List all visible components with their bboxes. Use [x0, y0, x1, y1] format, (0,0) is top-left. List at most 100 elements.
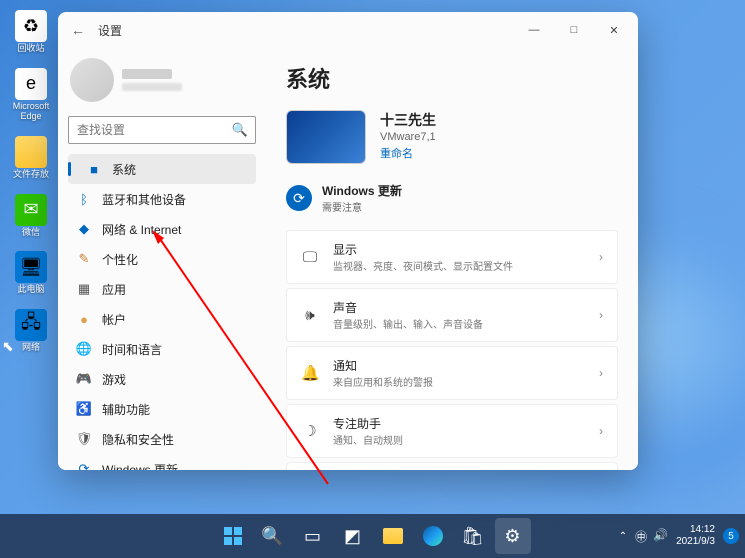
desktop-icon-label: Microsoft Edge [8, 102, 54, 122]
sidebar-item-3[interactable]: ✎ 个性化 [68, 244, 256, 274]
search-input[interactable] [68, 116, 256, 144]
store-icon[interactable]: 🛍 [455, 518, 491, 554]
tray-chevron-icon[interactable]: ⌃ [619, 531, 627, 542]
notification-badge[interactable]: 5 [723, 528, 739, 544]
network-icon: 🖧 [15, 309, 47, 341]
sidebar-item-4[interactable]: ▦ 应用 [68, 274, 256, 304]
device-block: 十三先生 VMware7,1 重命名 [286, 110, 618, 164]
search-taskbar-icon[interactable]: 🔍 [255, 518, 291, 554]
explorer-icon[interactable] [375, 518, 411, 554]
sidebar-item-7[interactable]: 🎮 游戏 [68, 364, 256, 394]
settings-card-4[interactable]: ⏻电源睡眠、电池使用情况、节电模式› [286, 462, 618, 470]
titlebar: ← 设置 — □ ✕ [58, 12, 638, 48]
device-image [286, 110, 366, 164]
desktop-icon-folder[interactable]: 文件存放 [8, 136, 54, 180]
nav-icon: ✎ [76, 251, 92, 267]
desktop-icon-thispc[interactable]: 🖥 此电脑 [8, 251, 54, 295]
desktop-icon-edge[interactable]: eMicrosoft Edge [8, 68, 54, 122]
sidebar-item-9[interactable]: 🛡隐私和安全性 [68, 424, 256, 454]
settings-card-2[interactable]: 🔔通知来自应用和系统的警报› [286, 346, 618, 400]
sidebar-item-label: 网络 & Internet [102, 221, 181, 238]
nav-icon: ⟳ [76, 461, 92, 470]
card-sub: 来自应用和系统的警报 [333, 374, 585, 389]
maximize-button[interactable]: □ [554, 14, 594, 46]
folder-icon [15, 136, 47, 168]
page-title: 系统 [286, 62, 618, 94]
content-pane: 系统 十三先生 VMware7,1 重命名 ⟳ Windows 更新 需要注意 [266, 48, 638, 470]
desktop-icon-label: 此电脑 [17, 285, 44, 295]
nav-icon: ᛒ [76, 191, 92, 207]
card-icon: 🔔 [301, 364, 319, 382]
sidebar-item-6[interactable]: 🌐时间和语言 [68, 334, 256, 364]
sidebar-item-label: 系统 [112, 161, 136, 178]
sidebar-item-10[interactable]: ⟳ Windows 更新 [68, 454, 256, 470]
back-button[interactable]: ← [62, 14, 94, 46]
device-name: 十三先生 [380, 110, 436, 130]
sidebar-item-2[interactable]: ◆ 网络 & Internet [68, 214, 256, 244]
card-title: 显示 [333, 241, 585, 258]
sidebar-item-5[interactable]: ●帐户 [68, 304, 256, 334]
sidebar-item-8[interactable]: ♿ 辅助功能 [68, 394, 256, 424]
volume-icon[interactable]: 🔊 [653, 528, 668, 545]
sidebar-item-label: Windows 更新 [102, 461, 178, 471]
desktop-icon-label: 微信 [22, 228, 40, 238]
ime-icon[interactable]: ㊥ [635, 528, 647, 545]
sidebar-item-label: 时间和语言 [102, 341, 162, 358]
sidebar-item-label: 帐户 [102, 311, 126, 328]
settings-card-3[interactable]: ☽专注助手通知、自动规则› [286, 404, 618, 458]
settings-card-1[interactable]: 🕪声音音量级别、输出、输入、声音设备› [286, 288, 618, 342]
card-icon: 🖵 [301, 249, 319, 266]
device-model: VMware7,1 [380, 131, 436, 143]
card-icon: 🕪 [301, 307, 319, 324]
nav-icon: ■ [86, 161, 102, 177]
chevron-right-icon: › [599, 250, 603, 264]
avatar [70, 58, 114, 102]
sidebar-item-1[interactable]: ᛒ蓝牙和其他设备 [68, 184, 256, 214]
card-title: 声音 [333, 299, 585, 316]
nav-icon: ♿ [76, 401, 92, 417]
card-sub: 音量级别、输出、输入、声音设备 [333, 316, 585, 331]
rename-link[interactable]: 重命名 [380, 145, 436, 161]
sidebar: 🔍 ■ 系统 ᛒ蓝牙和其他设备 ◆ 网络 & Internet ✎ 个性化 ▦ 应用 ●帐户🌐时间… [58, 48, 266, 470]
settings-window: ← 设置 — □ ✕ 🔍 ■系统ᛒ蓝牙和其他设备◆网络 [58, 12, 638, 470]
search-icon: 🔍 [232, 122, 248, 138]
desktop-icon-network[interactable]: 🖧网络 [8, 309, 54, 353]
profile-name-redacted [122, 69, 172, 79]
card-icon: ☽ [301, 422, 319, 440]
start-button[interactable] [215, 518, 251, 554]
settings-card-0[interactable]: 🖵 显示监视器、亮度、夜间模式、显示配置文件 › [286, 230, 618, 284]
nav-icon: ▦ [76, 281, 92, 297]
edge-icon: e [15, 68, 47, 100]
sidebar-item-label: 个性化 [102, 251, 138, 268]
task-view-icon[interactable]: ▭ [295, 518, 331, 554]
profile-email-redacted [122, 83, 182, 91]
nav-icon: 🎮 [76, 371, 92, 387]
windows-update-banner[interactable]: ⟳ Windows 更新 需要注意 [286, 180, 618, 216]
system-tray[interactable]: ㊥ 🔊 [635, 528, 668, 545]
minimize-button[interactable]: — [514, 14, 554, 46]
profile[interactable] [68, 54, 256, 114]
sidebar-item-label: 辅助功能 [102, 401, 150, 418]
desktop-icon-wechat[interactable]: ✉微信 [8, 194, 54, 238]
desktop-icon-label: 文件存放 [13, 170, 49, 180]
chevron-right-icon: › [599, 424, 603, 438]
edge-taskbar-icon[interactable] [415, 518, 451, 554]
card-title: 通知 [333, 357, 585, 374]
thispc-icon: 🖥 [15, 251, 47, 283]
update-title: Windows 更新 [322, 182, 402, 199]
settings-taskbar-icon[interactable]: ⚙ [495, 518, 531, 554]
sidebar-item-label: 应用 [102, 281, 126, 298]
desktop-icon-recycle[interactable]: ♻ 回收站 [8, 10, 54, 54]
clock[interactable]: 14:12 2021/9/3 [676, 524, 715, 548]
widgets-icon[interactable]: ◩ [335, 518, 371, 554]
sidebar-item-label: 游戏 [102, 371, 126, 388]
desktop-icon-label: 回收站 [17, 44, 44, 54]
card-sub: 监视器、亮度、夜间模式、显示配置文件 [333, 258, 585, 273]
nav-icon: ◆ [76, 221, 92, 237]
card-title: 专注助手 [333, 415, 585, 432]
search-box[interactable]: 🔍 [68, 116, 256, 144]
recycle-icon: ♻ [15, 10, 47, 42]
sidebar-item-0[interactable]: ■ 系统 [68, 154, 256, 184]
close-button[interactable]: ✕ [594, 14, 634, 46]
update-icon: ⟳ [286, 185, 312, 211]
